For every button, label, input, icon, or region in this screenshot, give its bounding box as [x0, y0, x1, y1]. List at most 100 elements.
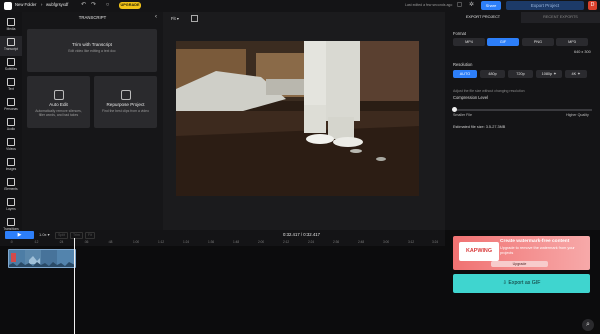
- repurpose-project-card[interactable]: Repurpose Project Find the best clips fr…: [94, 76, 157, 128]
- redo-icon[interactable]: ↷: [90, 2, 97, 9]
- rail-item-images[interactable]: Images: [0, 156, 22, 176]
- resolution-option-720p[interactable]: 720p: [508, 70, 533, 78]
- rail-label: Images: [5, 167, 17, 171]
- speed-value: 1.0x: [39, 232, 47, 237]
- slider-handle[interactable]: [452, 107, 457, 112]
- rail-label: Layers: [6, 207, 16, 211]
- resolution-option-1080p[interactable]: 1080p ✦: [536, 70, 562, 78]
- export-project-button[interactable]: Export Project: [506, 1, 584, 10]
- rail-item-text[interactable]: Text: [0, 76, 22, 96]
- video-clip[interactable]: [8, 249, 76, 268]
- trim-with-transcript-card[interactable]: Trim with Transcript Edit video like edi…: [27, 29, 157, 72]
- panel-title: TRANSCRIPT: [78, 15, 107, 20]
- compression-slider[interactable]: [455, 109, 592, 111]
- breadcrumb-folder[interactable]: New Folder: [15, 2, 36, 7]
- video-frame[interactable]: [176, 41, 419, 196]
- undo-icon[interactable]: ↶: [80, 2, 87, 9]
- rail-item-subtitles[interactable]: Subtitles: [0, 56, 22, 76]
- settings-gear-icon[interactable]: ✲: [468, 2, 475, 9]
- share-button[interactable]: Share: [481, 1, 501, 10]
- ruler-tick: :12: [34, 240, 39, 244]
- kapwing-logo-icon[interactable]: [4, 2, 12, 10]
- format-option-png[interactable]: PNG: [522, 38, 554, 46]
- rail-item-personas[interactable]: Personas: [0, 96, 22, 116]
- trim-button[interactable]: Trim: [70, 232, 84, 239]
- speed-select[interactable]: 1.0x ▾: [39, 232, 50, 237]
- project-name[interactable]: wubfgrsyxdf: [46, 2, 68, 7]
- top-bar: New Folder › wubfgrsyxdf ↶ ↷ ○ UPGRADE L…: [0, 0, 600, 12]
- transcript-icon: [7, 38, 15, 46]
- ruler-tick: 2:36: [333, 240, 340, 244]
- share-label: Share: [485, 3, 497, 8]
- resolution-label: Resolution: [453, 62, 473, 67]
- split-button[interactable]: Split: [55, 232, 68, 239]
- fit-button[interactable]: Fit: [85, 232, 95, 239]
- resolution-option-480p[interactable]: 480p: [480, 70, 505, 78]
- resolution-value: 640 x 300: [574, 50, 591, 54]
- comments-icon[interactable]: ▢: [456, 2, 463, 9]
- repurpose-icon: [120, 90, 131, 100]
- resolution-option-4k[interactable]: 4K ✦: [565, 70, 587, 78]
- ruler-tick: :0: [10, 240, 13, 244]
- kapwing-logo-badge: KAPWING: [459, 242, 499, 261]
- user-avatar[interactable]: D: [588, 1, 597, 10]
- ruler-tick: :48: [108, 240, 113, 244]
- rail-label: Text: [8, 87, 14, 91]
- estimated-file-size: Estimated file size: 3.5-27.3MB: [453, 125, 506, 129]
- ruler-tick: 3:24: [432, 240, 439, 244]
- card-desc: Automatically remove silences, filler wo…: [35, 109, 82, 118]
- auto-edit-card[interactable]: Auto Edit Automatically remove silences,…: [27, 76, 90, 128]
- ruler-tick: 1:36: [208, 240, 215, 244]
- ruler-tick: 2:48: [358, 240, 365, 244]
- rail-item-audio[interactable]: Audio: [0, 116, 22, 136]
- play-button[interactable]: ▶: [5, 231, 34, 239]
- ruler-tick: 3:12: [408, 240, 415, 244]
- rail-label: Audio: [6, 127, 16, 131]
- tab-export-project[interactable]: EXPORT PROJECT: [445, 12, 521, 23]
- format-option-gif[interactable]: GIF: [487, 38, 519, 46]
- rail-label: Videos: [6, 147, 16, 151]
- video-scene-image: [176, 41, 419, 196]
- card-desc: Find the best clips from a video: [102, 109, 149, 113]
- format-option-mp4[interactable]: MP4: [453, 38, 485, 46]
- search-icon[interactable]: ⌕: [582, 319, 594, 331]
- promo-upgrade-button[interactable]: Upgrade: [491, 261, 548, 267]
- slider-min-label: Smaller File: [453, 113, 472, 117]
- expand-icon[interactable]: [191, 15, 198, 22]
- export-gif-label: Export as GIF: [508, 280, 541, 286]
- rail-item-transcript[interactable]: Transcript: [0, 36, 22, 56]
- time-readout: 0:32.417 / 0:32.417: [283, 232, 321, 237]
- ruler-tick: 3:00: [383, 240, 390, 244]
- auto-edit-icon: [53, 90, 64, 100]
- upgrade-button[interactable]: UPGRADE: [119, 2, 141, 9]
- lightbulb-icon[interactable]: ○: [104, 2, 111, 9]
- ruler-tick: 2:12: [283, 240, 290, 244]
- promo-title: Create watermark-free content: [500, 239, 570, 244]
- rail-item-media[interactable]: Media: [0, 16, 22, 36]
- playhead[interactable]: [74, 238, 75, 334]
- rail-item-videos[interactable]: Videos: [0, 136, 22, 156]
- rail-item-elements[interactable]: Elements: [0, 176, 22, 196]
- subtitles-icon: [7, 58, 15, 66]
- compression-hint: Adjust the file size without changing re…: [453, 89, 525, 93]
- export-as-gif-button[interactable]: ⇩ Export as GIF: [453, 274, 590, 293]
- card-title: Auto Edit: [49, 102, 68, 107]
- collapse-panel-icon[interactable]: ‹: [155, 14, 157, 20]
- text-icon: [7, 78, 15, 86]
- tab-recent-exports[interactable]: RECENT EXPORTS: [521, 12, 600, 23]
- zoom-fit-select[interactable]: Fit ▾: [171, 16, 179, 21]
- rail-label: Subtitles: [4, 67, 18, 71]
- fit-label: Fit: [171, 16, 176, 21]
- format-option-mp3[interactable]: MP3: [556, 38, 588, 46]
- format-label: Format: [453, 31, 466, 36]
- personas-icon: [7, 98, 15, 106]
- ruler-tick: 2:00: [258, 240, 265, 244]
- rail-item-layers[interactable]: Layers: [0, 196, 22, 216]
- saved-status: Last edited a few seconds ago: [405, 3, 453, 7]
- resolution-option-auto[interactable]: AUTO: [453, 70, 477, 78]
- card-desc: Edit video like editing a text doc: [68, 49, 116, 53]
- ruler-tick: 2:24: [308, 240, 315, 244]
- ruler-tick: :36: [84, 240, 89, 244]
- export-panel: EXPORT PROJECT RECENT EXPORTS Format MP4…: [445, 12, 600, 230]
- elements-icon: [7, 178, 15, 186]
